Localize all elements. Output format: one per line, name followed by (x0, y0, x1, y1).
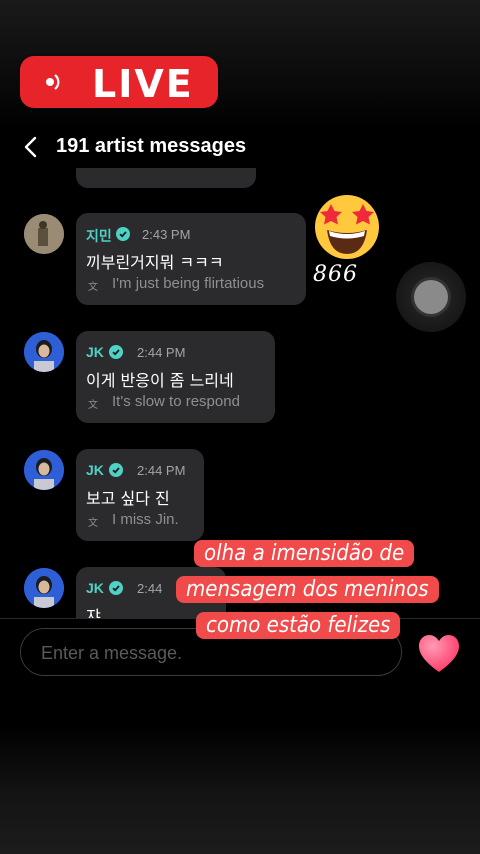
caption-line: como estão felizes (196, 612, 401, 639)
page-title: 191 artist messages (56, 135, 247, 157)
chat-header: 191 artist messages (0, 128, 480, 168)
avatar-jk[interactable] (24, 568, 64, 608)
overlay-caption: olha a imensidão de mensagem dos meninos… (172, 540, 439, 650)
verified-badge-icon (109, 345, 123, 359)
message-bubble[interactable]: JK 2:44 PM 이게 반응이 좀 느리네 文 It's slow to r… (76, 331, 275, 423)
floating-button-knob (414, 280, 448, 314)
live-label: LIVE (92, 62, 194, 106)
message-text: 이게 반응이 좀 느리네 (86, 371, 234, 390)
message-bubble[interactable]: JK 2:44 PM 보고 싶다 진 文 I miss Jin. (76, 449, 204, 541)
message-translation: I'm just being flirtatious (112, 275, 265, 292)
message-translation: I miss Jin. (112, 511, 179, 528)
sender-name: 지민 (86, 228, 112, 244)
message-bubble[interactable]: 지민 2:43 PM 끼부린거지뭐 ㅋㅋㅋ 文 I'm just being f… (76, 213, 306, 305)
sticker-count: 866 (313, 262, 358, 287)
message-translation: It's slow to respond (112, 393, 240, 410)
caption-line: mensagem dos meninos (176, 576, 439, 603)
floating-assistive-button[interactable] (396, 262, 466, 332)
avatar-jk[interactable] (24, 450, 64, 490)
translate-icon: 文 (88, 516, 98, 529)
avatar-jk[interactable] (24, 332, 64, 372)
message-time: 2:44 PM (137, 345, 186, 360)
sender-name: JK (86, 344, 104, 360)
verified-badge-icon (109, 581, 123, 595)
translate-icon: 文 (88, 398, 98, 411)
avatar-jimin[interactable] (24, 214, 64, 254)
svg-text:文: 文 (88, 280, 98, 293)
sender-name: JK (86, 580, 104, 596)
svg-text:文: 文 (88, 516, 98, 529)
svg-text:文: 文 (88, 398, 98, 411)
live-record-icon (46, 74, 60, 90)
verified-badge-icon (109, 463, 123, 477)
live-badge: LIVE (20, 56, 218, 108)
message-text: 끼부린거지뭐 ㅋㅋㅋ (86, 253, 224, 272)
back-arrow-icon[interactable] (20, 136, 42, 158)
message-time: 2:43 PM (142, 227, 191, 242)
avatar-photo (24, 568, 64, 608)
message-text: 쟈 (86, 607, 101, 618)
avatar-photo (24, 450, 64, 490)
caption-line: olha a imensidão de (194, 540, 415, 567)
star-struck-emoji-icon (315, 195, 379, 259)
message-text: 보고 싶다 진 (86, 489, 170, 508)
translate-icon: 文 (88, 280, 98, 293)
avatar-photo (24, 332, 64, 372)
message-time: 2:44 PM (137, 463, 186, 478)
message-time: 2:44 (137, 581, 163, 596)
sender-name: JK (86, 462, 104, 478)
verified-badge-icon (116, 227, 130, 241)
previous-message-bubble (76, 168, 256, 188)
bottom-gradient (0, 725, 480, 854)
avatar-photo (24, 214, 64, 254)
message-input-placeholder: Enter a message. (41, 643, 183, 663)
